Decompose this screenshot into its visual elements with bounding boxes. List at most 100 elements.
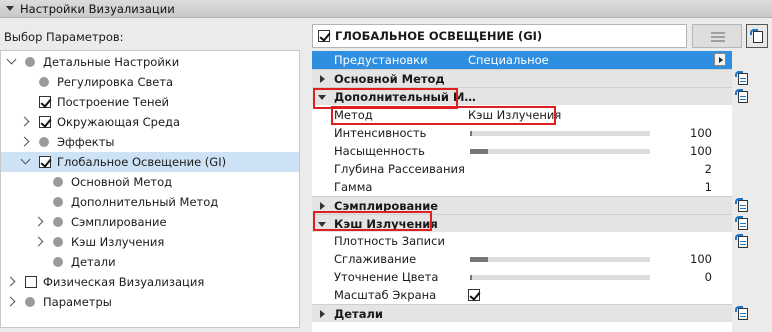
value-slider[interactable] xyxy=(470,275,650,280)
tree-item[interactable]: Физическая Визуализация xyxy=(1,272,299,292)
gi-header-label: ГЛОБАЛЬНОЕ ОСВЕЩЕНИЕ (GI) xyxy=(335,29,543,43)
property-number[interactable]: 100 xyxy=(690,124,712,142)
chevron-down-icon[interactable] xyxy=(6,54,17,65)
reset-defaults-icon[interactable] xyxy=(735,71,749,85)
reset-defaults-icon[interactable] xyxy=(735,306,749,320)
collapse-triangle-icon[interactable] xyxy=(320,75,325,83)
bullet-icon xyxy=(53,257,63,267)
title-bar[interactable]: Настройки Визуализации xyxy=(0,0,772,18)
tree-item[interactable]: Построение Теней xyxy=(1,92,299,112)
tree-item-label: Сэмплирование xyxy=(71,215,167,229)
dropdown-arrow-icon[interactable] xyxy=(714,53,726,66)
collapse-triangle-icon[interactable] xyxy=(320,202,325,210)
property-number[interactable]: 100 xyxy=(690,142,712,160)
value-slider[interactable] xyxy=(470,131,650,136)
tree-item[interactable]: Глобальное Освещение (GI) xyxy=(1,152,299,172)
property-number[interactable]: 2 xyxy=(705,160,712,178)
tree-item-label: Кэш Излучения xyxy=(71,235,165,249)
tree-item[interactable]: Регулировка Света xyxy=(1,72,299,92)
value-slider[interactable] xyxy=(470,257,650,262)
tree-item-label: Эффекты xyxy=(57,135,115,149)
tree-item-checkbox[interactable] xyxy=(39,96,51,108)
slider-fill xyxy=(470,275,472,280)
window-title: Настройки Визуализации xyxy=(20,2,175,16)
bullet-icon xyxy=(53,197,63,207)
bullet-icon xyxy=(53,217,63,227)
property-label: Уточнение Цвета xyxy=(334,270,439,284)
tree-item-label: Регулировка Света xyxy=(57,75,174,89)
bullet-icon xyxy=(39,137,49,147)
tree-item[interactable]: Детальные Настройки xyxy=(1,52,299,72)
slider-fill xyxy=(470,131,472,136)
property-row[interactable]: Уточнение Цвета 0 xyxy=(312,268,732,286)
tree-item[interactable]: Параметры xyxy=(1,292,299,312)
collapse-triangle-icon[interactable] xyxy=(320,310,325,318)
tree-item-label: Детали xyxy=(71,255,116,269)
property-row[interactable]: Предустановки Специальное xyxy=(312,51,732,69)
export-settings-button[interactable] xyxy=(746,24,768,48)
tree-item[interactable]: Окружающая Среда xyxy=(1,112,299,132)
tree-item[interactable]: Эффекты xyxy=(1,132,299,152)
slider-fill xyxy=(470,149,488,154)
list-view-button[interactable] xyxy=(692,24,742,48)
property-label: Основной Метод xyxy=(334,72,445,86)
chevron-right-icon[interactable] xyxy=(33,236,44,247)
reset-defaults-icon[interactable] xyxy=(735,234,749,248)
reset-defaults-icon[interactable] xyxy=(735,216,749,230)
tree-item-checkbox[interactable] xyxy=(25,276,37,288)
property-label: Интенсивность xyxy=(334,126,427,140)
tree-item-checkbox[interactable] xyxy=(39,116,51,128)
property-checkbox[interactable] xyxy=(468,289,480,301)
property-label: Глубина Рассеивания xyxy=(334,162,465,176)
tree-item[interactable]: Основной Метод xyxy=(1,172,299,192)
tree-item-checkbox[interactable] xyxy=(39,156,51,168)
reset-defaults-icon[interactable] xyxy=(735,198,749,212)
gi-header: ГЛОБАЛЬНОЕ ОСВЕЩЕНИЕ (GI) xyxy=(312,24,687,48)
property-label: Предустановки xyxy=(334,53,428,67)
value-slider[interactable] xyxy=(470,149,650,154)
property-row[interactable]: Насыщенность 100 xyxy=(312,142,732,160)
tree-item[interactable]: Дополнительный Метод xyxy=(1,192,299,212)
property-label: Гамма xyxy=(334,180,373,194)
chevron-right-icon[interactable] xyxy=(19,116,30,127)
bullet-icon xyxy=(53,177,63,187)
property-row[interactable]: Глубина Рассеивания 2 xyxy=(312,160,732,178)
tree-item[interactable]: Сэмплирование xyxy=(1,212,299,232)
chevron-right-icon[interactable] xyxy=(5,296,16,307)
property-label: Насыщенность xyxy=(334,144,425,158)
export-icon xyxy=(750,29,764,43)
parameters-header: Выбор Параметров: xyxy=(4,30,124,44)
property-value[interactable]: Специальное xyxy=(468,51,549,69)
chevron-right-icon[interactable] xyxy=(19,136,30,147)
property-row[interactable]: Интенсивность 100 xyxy=(312,124,732,142)
property-row[interactable]: Гамма 1 xyxy=(312,178,732,196)
parameters-tree[interactable]: Детальные Настройки Регулировка Света Пост… xyxy=(0,50,300,328)
tree-item[interactable]: Кэш Излучения xyxy=(1,232,299,252)
property-label: Детали xyxy=(334,307,383,321)
tree-item-label: Построение Теней xyxy=(57,95,170,109)
slider-fill xyxy=(470,257,488,262)
chevron-right-icon[interactable] xyxy=(33,216,44,227)
tree-item-label: Глобальное Освещение (GI) xyxy=(57,155,227,169)
gi-enable-checkbox[interactable] xyxy=(318,30,330,42)
highlight-box-method xyxy=(331,106,556,125)
property-row[interactable]: Масштаб Экрана xyxy=(312,286,732,304)
property-number[interactable]: 0 xyxy=(705,268,712,286)
bullet-icon xyxy=(39,77,49,87)
section-header[interactable]: Основной Метод xyxy=(312,69,732,87)
property-label: Масштаб Экрана xyxy=(334,288,437,302)
collapse-triangle-icon[interactable] xyxy=(6,6,14,11)
tree-item-label: Окружающая Среда xyxy=(57,115,181,129)
property-row[interactable]: Плотность Записи xyxy=(312,232,732,250)
property-number[interactable]: 1 xyxy=(705,178,712,196)
property-row[interactable]: Сглаживание 100 xyxy=(312,250,732,268)
property-number[interactable]: 100 xyxy=(690,250,712,268)
tree-item-label: Основной Метод xyxy=(71,175,173,189)
property-label: Сглаживание xyxy=(334,252,417,266)
section-header[interactable]: Детали xyxy=(312,304,732,322)
reset-defaults-icon[interactable] xyxy=(735,89,749,103)
tree-item[interactable]: Детали xyxy=(1,252,299,272)
chevron-down-icon[interactable] xyxy=(20,154,31,165)
tree-item-label: Дополнительный Метод xyxy=(71,195,219,209)
chevron-right-icon[interactable] xyxy=(5,276,16,287)
